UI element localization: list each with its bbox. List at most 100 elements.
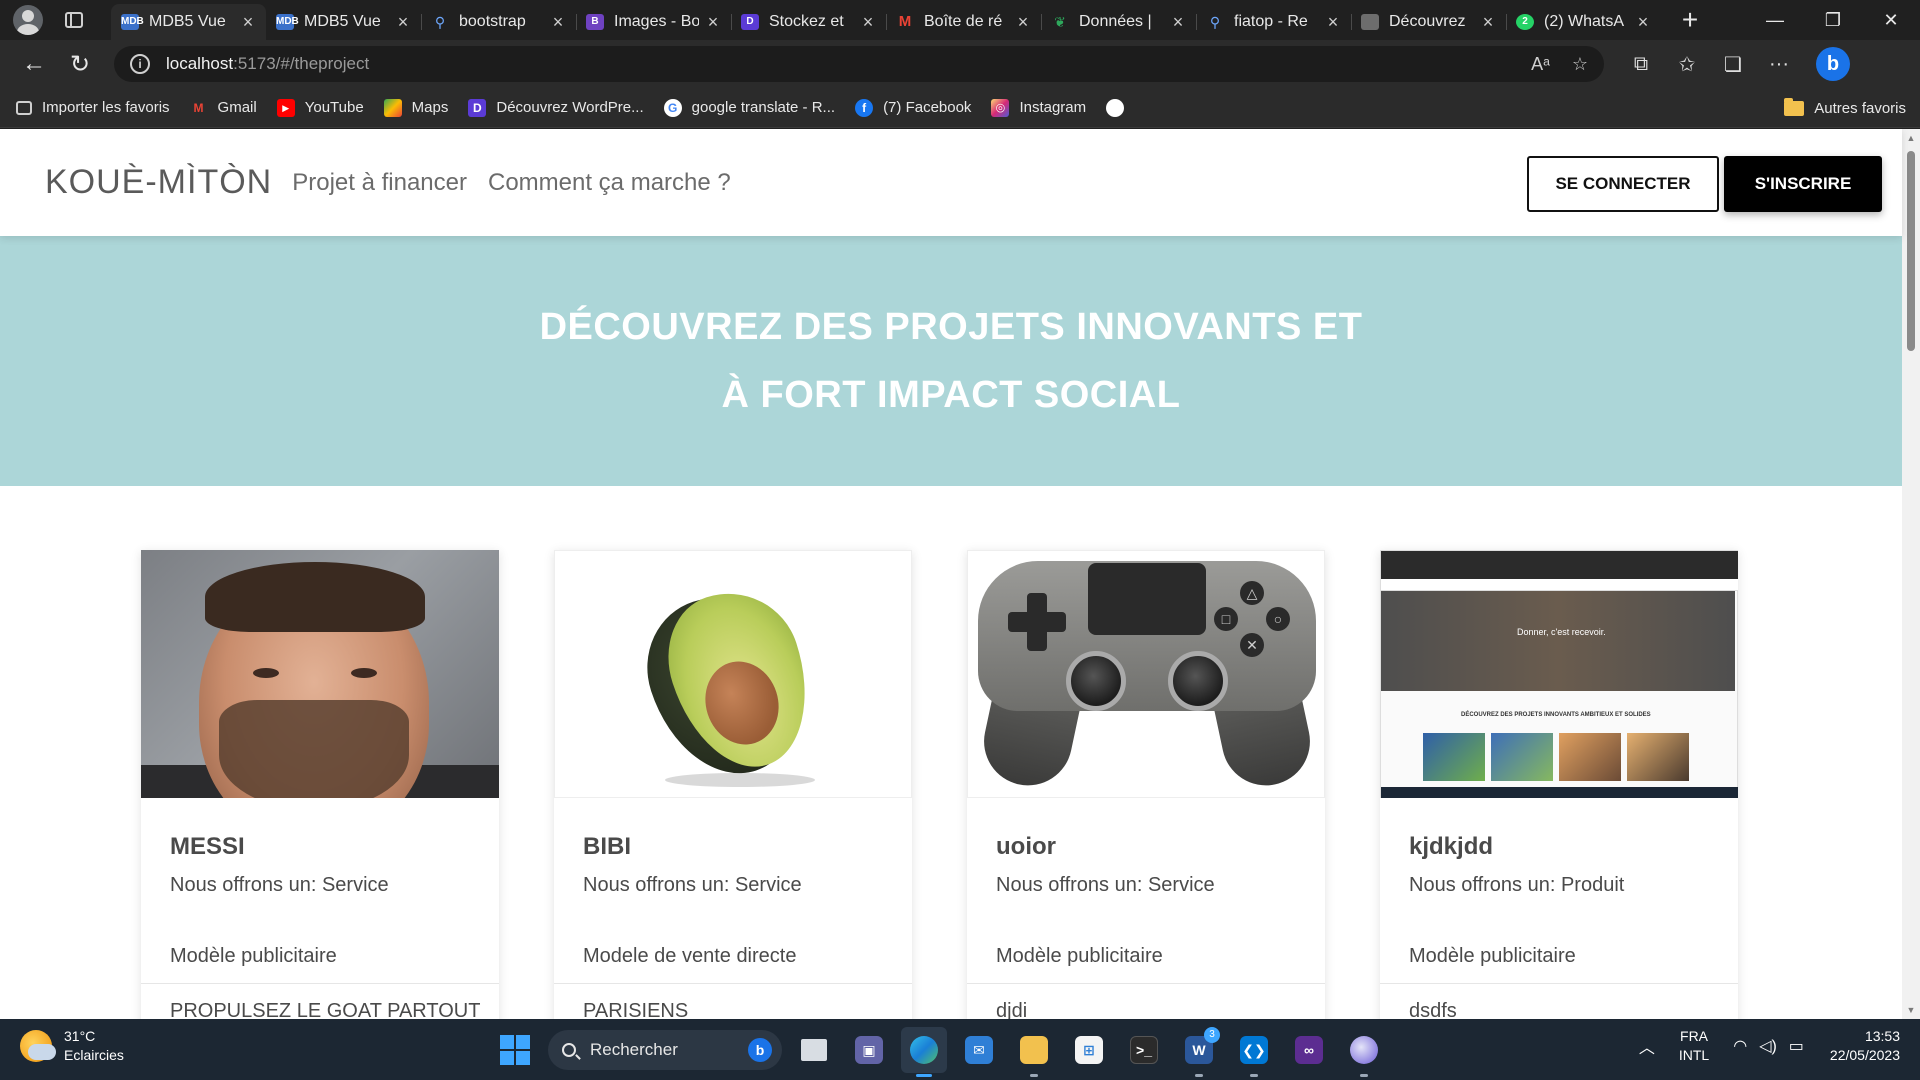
close-tab-icon[interactable]: × [1325, 12, 1341, 33]
tab-mdb5-vue-1[interactable]: MDB MDB5 Vue × [111, 4, 266, 40]
project-image-avocado [554, 550, 912, 798]
folder-icon [1020, 1036, 1048, 1064]
maps-icon [383, 98, 402, 117]
volume-icon[interactable]: ◁) [1759, 1036, 1777, 1056]
visual-studio-app[interactable]: ∞ [1286, 1027, 1332, 1073]
scroll-up-icon[interactable]: ▲ [1905, 133, 1917, 143]
store-app[interactable]: ⊞ [1066, 1027, 1112, 1073]
favorites-icon[interactable]: ✩ [1664, 44, 1710, 84]
nav-link-projects[interactable]: Projet à financer [292, 169, 467, 197]
site-info-icon[interactable]: i [130, 54, 150, 74]
close-window-icon[interactable]: ✕ [1862, 0, 1920, 40]
new-tab-button[interactable]: + [1675, 4, 1705, 36]
scroll-down-icon[interactable]: ▼ [1905, 1005, 1917, 1015]
bookmark-instagram[interactable]: ◎ Instagram [991, 98, 1086, 117]
card-divider [141, 983, 499, 984]
thumbnail-heading: DÉCOUVREZ DES PROJETS INNOVANTS AMBITIEU… [1461, 712, 1651, 718]
tab-mdb5-vue-2[interactable]: MDB MDB5 Vue × [266, 4, 421, 40]
tab-title: Stockez et [769, 13, 844, 30]
bookmark-gmail[interactable]: M Gmail [190, 99, 257, 117]
close-tab-icon[interactable]: × [240, 12, 256, 33]
input-language[interactable]: FRA INTL [1679, 1027, 1709, 1065]
project-offer: Nous offrons un: Produit [1409, 874, 1625, 896]
close-tab-icon[interactable]: × [550, 12, 566, 33]
address-bar[interactable]: i localhost:5173/#/theproject Aᵃ ☆ [114, 46, 1604, 82]
close-tab-icon[interactable]: × [1170, 12, 1186, 33]
task-view-button[interactable] [791, 1027, 837, 1073]
edge-app[interactable] [901, 1027, 947, 1077]
taskbar-search[interactable]: Rechercher b [548, 1030, 782, 1070]
nav-link-how-it-works[interactable]: Comment ça marche ? [488, 169, 731, 197]
bing-chat-icon[interactable]: b [1816, 47, 1850, 81]
tab-stockez[interactable]: D Stockez et × [731, 4, 886, 40]
project-card[interactable]: △ □ ○ ✕ uoior Nous offrons un: Service M… [967, 550, 1325, 1019]
read-aloud-icon[interactable]: Aᵃ [1531, 54, 1550, 75]
teams-app[interactable]: ▣ [846, 1027, 892, 1073]
close-tab-icon[interactable]: × [860, 12, 876, 33]
file-explorer-app[interactable] [1011, 1027, 1057, 1077]
signup-button[interactable]: S'INSCRIRE [1724, 156, 1882, 212]
minimize-icon[interactable]: — [1746, 0, 1804, 40]
bing-icon: b [748, 1038, 772, 1062]
chevron-up-icon[interactable]: ︿ [1639, 1034, 1655, 1058]
back-button[interactable]: ← [14, 44, 54, 84]
tab-decouvrez[interactable]: Découvrez × [1351, 4, 1506, 40]
tab-bootstrap[interactable]: ⚲ bootstrap × [421, 4, 576, 40]
tab-fiatop[interactable]: ⚲ fiatop - Re × [1196, 4, 1351, 40]
word-app[interactable]: W3 [1176, 1027, 1222, 1077]
project-slogan: PARISIENS [583, 1000, 689, 1019]
clock[interactable]: 13:53 22/05/2023 [1830, 1027, 1900, 1065]
moon-app[interactable] [1341, 1027, 1387, 1077]
page-favicon-icon [1361, 14, 1379, 30]
restore-icon[interactable]: ❐ [1804, 0, 1862, 40]
more-options-icon[interactable]: ··· [1756, 44, 1802, 84]
extensions-icon[interactable]: ⧉ [1618, 44, 1664, 84]
other-favorites-folder[interactable]: Autres favoris [1784, 88, 1906, 128]
project-image-portrait [141, 550, 499, 798]
refresh-button[interactable]: ↻ [60, 44, 100, 84]
add-favorite-icon[interactable]: ☆ [1572, 54, 1588, 75]
profile-avatar[interactable] [13, 5, 43, 35]
page-scrollbar[interactable]: ▲ ▼ [1902, 129, 1920, 1019]
mail-app[interactable]: ✉ [956, 1027, 1002, 1073]
d-favicon-icon: D [468, 98, 487, 117]
bookmark-youtube[interactable]: ▶ YouTube [276, 98, 364, 117]
bookmark-label: (7) Facebook [883, 99, 972, 116]
mail-icon: ✉ [965, 1036, 993, 1064]
weather-widget[interactable]: 31°C Eclaircies [20, 1027, 124, 1065]
close-tab-icon[interactable]: × [1015, 12, 1031, 33]
terminal-app[interactable]: >_ [1121, 1027, 1167, 1073]
keyboard-layout: INTL [1678, 1047, 1710, 1063]
bookmark-maps[interactable]: Maps [383, 98, 448, 117]
tab-gmail[interactable]: M Boîte de ré × [886, 4, 1041, 40]
close-tab-icon[interactable]: × [1480, 12, 1496, 33]
site-brand-link[interactable]: KOUÈ-MÌTÒN [45, 163, 272, 202]
tab-images[interactable]: B Images - Bo × [576, 4, 731, 40]
project-card[interactable]: BIBI Nous offrons un: Service Modele de … [554, 550, 912, 1019]
tab-donnees[interactable]: ❦ Données | × [1041, 4, 1196, 40]
collections-icon[interactable]: ❏ [1710, 44, 1756, 84]
close-tab-icon[interactable]: × [395, 12, 411, 33]
bookmark-github[interactable] [1106, 98, 1134, 117]
bookmark-facebook[interactable]: f (7) Facebook [855, 98, 972, 117]
login-button[interactable]: SE CONNECTER [1527, 156, 1719, 212]
project-card[interactable]: MESSI Nous offrons un: Service Modèle pu… [141, 550, 499, 1019]
hero-title-line-2: À FORT IMPACT SOCIAL [721, 374, 1181, 416]
project-offer: Nous offrons un: Service [996, 874, 1215, 896]
close-tab-icon[interactable]: × [705, 12, 721, 33]
project-card[interactable]: Donner, c'est recevoir. DÉCOUVREZ DES PR… [1380, 550, 1738, 1019]
close-tab-icon[interactable]: × [1635, 12, 1651, 33]
wifi-icon[interactable]: ◠ [1733, 1036, 1747, 1056]
tab-whatsapp[interactable]: 2 (2) WhatsA × [1506, 4, 1661, 40]
bookmark-import[interactable]: Importer les favoris [16, 99, 170, 116]
bookmark-google-translate[interactable]: Ggoogle translate - R... [663, 98, 835, 117]
tab-actions-icon[interactable] [65, 12, 83, 28]
scrollbar-thumb[interactable] [1907, 151, 1915, 351]
task-view-icon [801, 1039, 827, 1061]
vscode-app[interactable]: ❮❯ [1231, 1027, 1277, 1077]
project-title: kjdkjdd [1409, 833, 1494, 860]
mdb-favicon-icon: MDB [121, 14, 144, 30]
start-button[interactable] [500, 1035, 530, 1065]
battery-icon[interactable]: ▭ [1789, 1036, 1804, 1056]
bookmark-wordpress[interactable]: D Découvrez WordPre... [468, 98, 644, 117]
